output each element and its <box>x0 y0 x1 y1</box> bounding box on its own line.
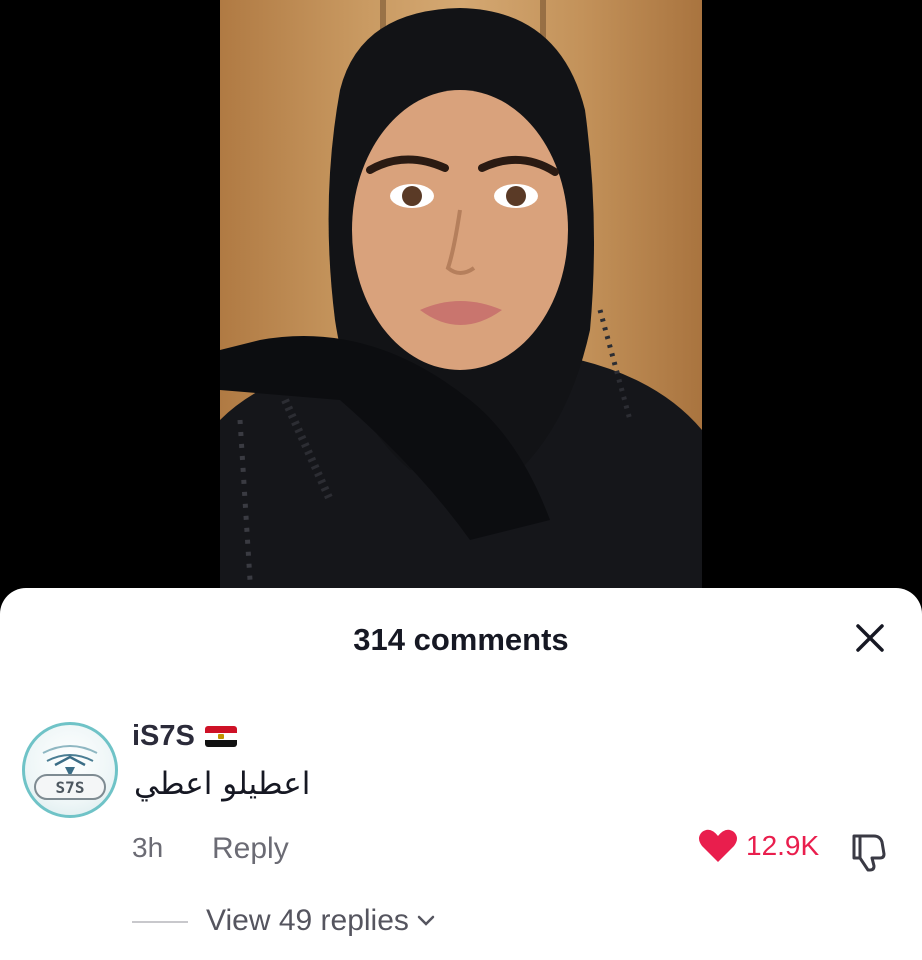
chevron-down-icon <box>417 915 435 926</box>
like-button[interactable]: 12.9K <box>698 828 819 864</box>
thumbs-down-icon[interactable] <box>846 830 890 874</box>
replies-divider <box>132 921 188 923</box>
person-figure <box>220 8 702 600</box>
comments-sheet: 314 comments S7S iS7S اعطيلو اعطي 3h Rep… <box>0 588 922 960</box>
video-player[interactable] <box>0 0 922 600</box>
egypt-flag-icon <box>204 726 237 747</box>
like-count: 12.9K <box>746 830 820 861</box>
comment-text: اعطيلو اعطي <box>134 766 311 802</box>
view-replies-button[interactable]: View 49 replies <box>206 904 435 938</box>
view-replies-label: View 49 replies <box>206 904 409 937</box>
comment-time: 3h <box>132 832 164 863</box>
username-text: iS7S <box>132 720 195 752</box>
video-frame <box>220 0 702 600</box>
comment-author[interactable]: iS7S <box>132 720 237 753</box>
avatar-logo-icon: S7S <box>34 745 106 800</box>
close-icon[interactable] <box>850 618 890 658</box>
heart-icon <box>699 829 737 862</box>
avatar[interactable]: S7S <box>22 722 118 818</box>
comments-count-title: 314 comments <box>353 622 569 657</box>
svg-text:S7S: S7S <box>56 778 85 797</box>
reply-button[interactable]: Reply <box>212 832 289 866</box>
